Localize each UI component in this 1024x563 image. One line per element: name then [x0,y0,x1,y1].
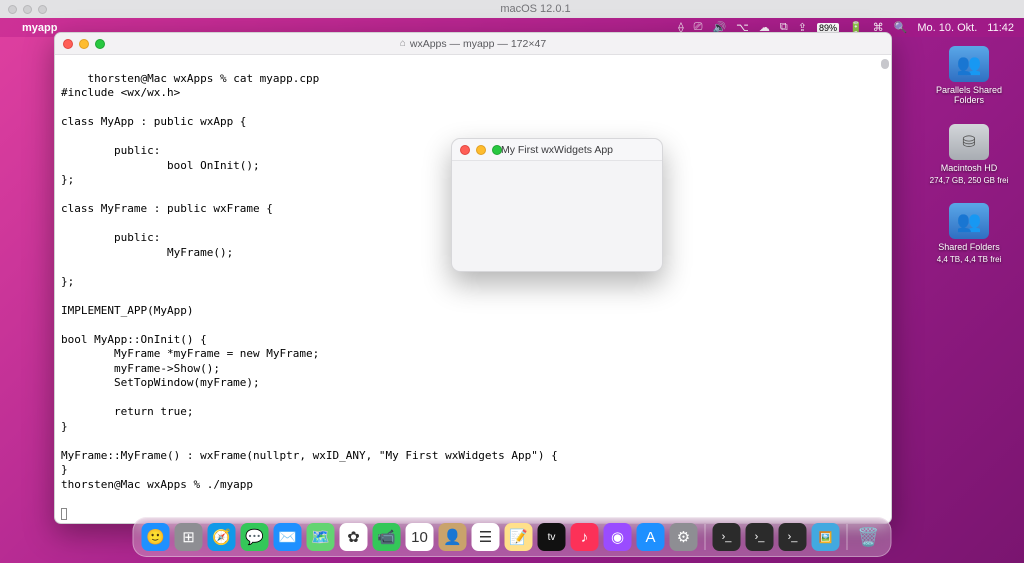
dock-recent-terminal-recent-1[interactable]: ›_ [713,523,741,551]
dock-separator [705,524,706,550]
wx-titlebar[interactable]: My First wxWidgets App [452,139,662,161]
menubar-time[interactable]: 11:42 [987,22,1014,34]
close-icon[interactable] [63,39,73,49]
dock-recent-terminal-recent-2[interactable]: ›_ [746,523,774,551]
dock-app-tv[interactable]: tv [538,523,566,551]
folder-icon: 👥 [949,46,989,82]
dock-app-photos[interactable]: ✿ [340,523,368,551]
active-app-name[interactable]: myapp [22,22,57,34]
dock-recent-preview-recent[interactable]: 🖼️ [812,523,840,551]
dock-app-notes[interactable]: 📝 [505,523,533,551]
dock-trash[interactable]: 🗑️ [855,523,883,551]
dock-app-reminders[interactable]: ☰ [472,523,500,551]
dock-separator [847,524,848,550]
dock-app-podcasts[interactable]: ◉ [604,523,632,551]
terminal-text: thorsten@Mac wxApps % cat myapp.cpp #inc… [61,72,558,491]
terminal-window[interactable]: ⌂ wxApps — myapp — 172×47 thorsten@Mac w… [54,32,892,524]
disk-icon: ⛁ [949,124,989,160]
terminal-title: ⌂ wxApps — myapp — 172×47 [55,38,891,50]
dock-app-messages[interactable]: 💬 [241,523,269,551]
terminal-cursor [61,508,67,520]
terminal-titlebar[interactable]: ⌂ wxApps — myapp — 172×47 [55,33,891,55]
close-icon[interactable] [460,145,470,155]
battery-percentage[interactable]: 89% [817,23,839,33]
terminal-scrollbar[interactable] [881,59,889,69]
dock-recent-terminal-recent-3[interactable]: ›_ [779,523,807,551]
dock-app-maps[interactable]: 🗺️ [307,523,335,551]
dock-app-contacts[interactable]: 👤 [439,523,467,551]
desktop-icon-label: Macintosh HD [941,163,998,173]
host-window-title: macOS 12.0.1 [47,3,1024,15]
menubar-date[interactable]: Mo. 10. Okt. [917,22,977,34]
zoom-icon[interactable] [95,39,105,49]
wx-traffic-lights [460,145,502,155]
terminal-traffic-lights [63,39,105,49]
desktop-icon-label: Parallels Shared Folders [926,85,1012,106]
host-zoom-icon[interactable] [38,5,47,14]
wx-app-window[interactable]: My First wxWidgets App [451,138,663,272]
desktop-icon-shared-folders[interactable]: 👥 Shared Folders 4,4 TB, 4,4 TB frei [926,203,1012,264]
folder-icon: 👥 [949,203,989,239]
host-window-titlebar: macOS 12.0.1 [0,0,1024,18]
desktop-icon-sublabel: 274,7 GB, 250 GB frei [930,176,1009,185]
desktop-icon-sublabel: 4,4 TB, 4,4 TB frei [937,255,1002,264]
desktop-icon-label: Shared Folders [938,242,1000,252]
dock-app-music[interactable]: ♪ [571,523,599,551]
host-minimize-icon[interactable] [23,5,32,14]
minimize-icon[interactable] [476,145,486,155]
terminal-body[interactable]: thorsten@Mac wxApps % cat myapp.cpp #inc… [55,55,891,523]
zoom-icon[interactable] [492,145,502,155]
spotlight-icon[interactable]: 🔍 [894,21,908,34]
dock-app-launchpad[interactable]: ⊞ [175,523,203,551]
dock-app-safari[interactable]: 🧭 [208,523,236,551]
dock-app-mail[interactable]: ✉️ [274,523,302,551]
host-close-icon[interactable] [8,5,17,14]
desktop-icons: 👥 Parallels Shared Folders ⛁ Macintosh HD 27… [926,46,1012,264]
terminal-title-text: wxApps — myapp — 172×47 [410,38,546,50]
desktop-icon-macintosh-hd[interactable]: ⛁ Macintosh HD 274,7 GB, 250 GB frei [926,124,1012,185]
dock-app-preferences[interactable]: ⚙︎ [670,523,698,551]
dock-app-facetime[interactable]: 📹 [373,523,401,551]
minimize-icon[interactable] [79,39,89,49]
home-icon: ⌂ [400,38,406,49]
dock-app-appstore[interactable]: A [637,523,665,551]
dock-app-calendar[interactable]: 10 [406,523,434,551]
dock: 🙂⊞🧭💬✉️🗺️✿📹10👤☰📝tv♪◉A⚙︎›_›_›_🖼️🗑️ [133,517,892,557]
host-traffic-lights [8,5,47,14]
desktop-icon-parallels-shared-folders[interactable]: 👥 Parallels Shared Folders [926,46,1012,106]
dock-app-finder[interactable]: 🙂 [142,523,170,551]
